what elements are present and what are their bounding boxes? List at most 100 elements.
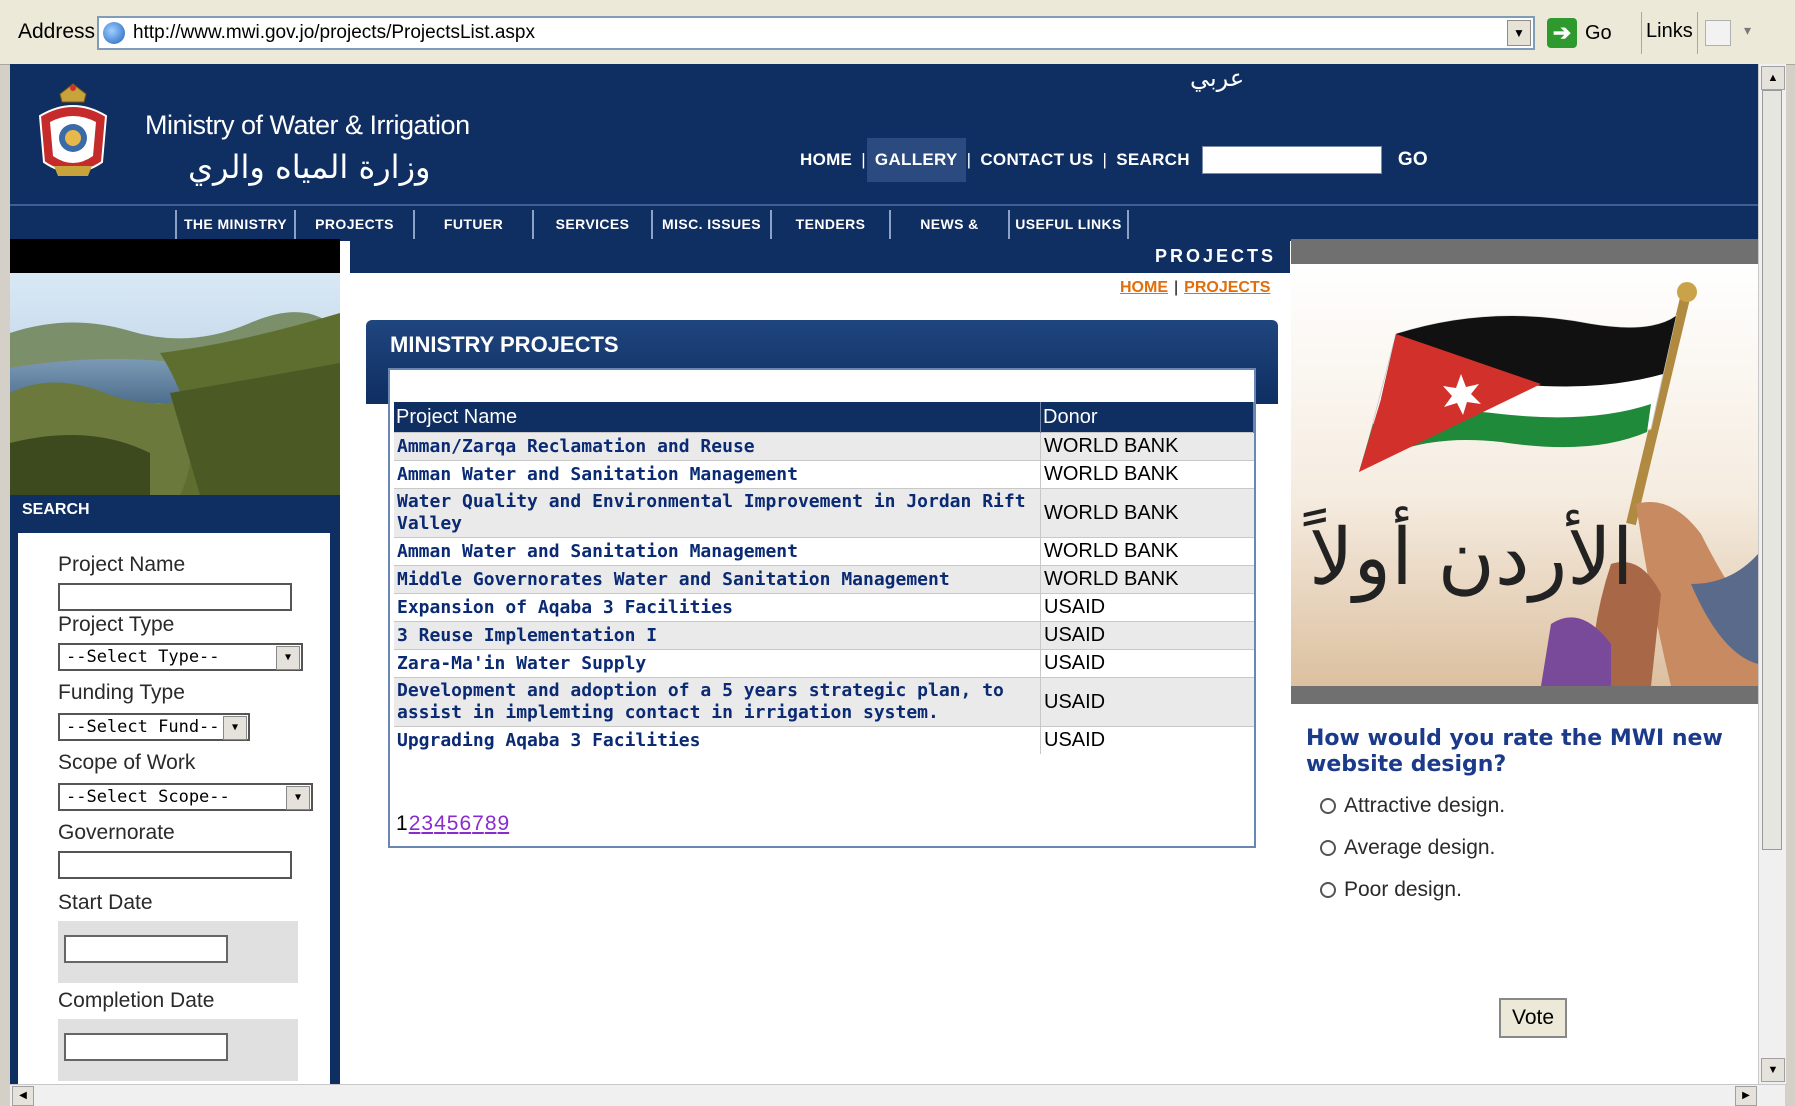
completion-date-input[interactable] xyxy=(64,1033,228,1061)
jordan-first-arabic-text: الأردن أولاً xyxy=(1303,505,1633,604)
project-name-cell[interactable]: Upgrading Aqaba 3 Facilities xyxy=(394,726,1041,754)
address-url[interactable]: http://www.mwi.gov.jo/projects/ProjectsL… xyxy=(133,22,535,44)
project-name-cell[interactable]: Water Quality and Environmental Improvem… xyxy=(394,488,1041,538)
page-link[interactable]: 4 xyxy=(434,812,446,835)
project-name-cell[interactable]: Amman/Zarqa Reclamation and Reuse xyxy=(394,432,1041,461)
project-name-cell[interactable]: Development and adoption of a 5 years st… xyxy=(394,677,1041,727)
poll-option-label: Poor design. xyxy=(1344,878,1462,901)
horizontal-scrollbar[interactable]: ◀ ▶ xyxy=(10,1084,1785,1106)
poll-option-attractive[interactable]: Attractive design. xyxy=(1320,794,1505,818)
page-link[interactable]: 2 xyxy=(409,812,421,835)
links-button[interactable]: Links xyxy=(1646,20,1693,43)
main-nav-services[interactable]: SERVICES xyxy=(532,210,651,239)
header-search-go-button[interactable]: GO xyxy=(1390,145,1436,175)
site-header: Ministry of Water & Irrigation وزارة الم… xyxy=(10,64,1758,204)
poll-option-average[interactable]: Average design. xyxy=(1320,836,1495,860)
chevron-down-icon[interactable]: ▼ xyxy=(276,646,300,670)
table-row[interactable]: Middle Governorates Water and Sanitation… xyxy=(394,565,1254,594)
scroll-thumb[interactable] xyxy=(1762,90,1782,850)
main-nav-tenders[interactable]: TENDERS xyxy=(770,210,889,239)
governorate-input[interactable] xyxy=(58,851,292,879)
chevron-down-icon[interactable]: ▾ xyxy=(1744,22,1751,39)
donor-cell: WORLD BANK xyxy=(1040,460,1254,489)
project-name-cell[interactable]: Amman Water and Sanitation Management xyxy=(394,537,1041,566)
start-date-input[interactable] xyxy=(64,935,228,963)
jordan-first-banner[interactable]: الأردن أولاً xyxy=(1291,264,1758,686)
poll-option-poor[interactable]: Poor design. xyxy=(1320,878,1462,902)
column-donor[interactable]: Donor xyxy=(1040,402,1254,433)
project-name-cell[interactable]: Middle Governorates Water and Sanitation… xyxy=(394,565,1041,594)
table-row[interactable]: Upgrading Aqaba 3 Facilities USAID xyxy=(394,726,1254,754)
header-search-input[interactable] xyxy=(1201,146,1382,174)
scroll-down-icon[interactable]: ▼ xyxy=(1761,1058,1785,1082)
scroll-up-icon[interactable]: ▲ xyxy=(1761,66,1785,90)
nav-gallery[interactable]: GALLERY xyxy=(866,138,966,182)
table-row[interactable]: 3 Reuse Implementation I USAID xyxy=(394,621,1254,650)
page-link[interactable]: 5 xyxy=(447,812,459,835)
project-name-input[interactable] xyxy=(58,583,292,611)
go-arrow-icon: ➔ xyxy=(1547,18,1577,48)
funding-type-select[interactable]: --Select Fund-- ▼ xyxy=(58,713,250,741)
page-link[interactable]: 6 xyxy=(459,812,471,835)
completion-date-label: Completion Date xyxy=(58,989,215,1012)
main-nav-futuer-projects[interactable]: FUTUER PROJECTS xyxy=(413,210,532,261)
brand-name-arabic[interactable]: وزارة المياه والري xyxy=(188,148,430,186)
vote-button[interactable]: Vote xyxy=(1499,998,1567,1038)
page-link[interactable]: 7 xyxy=(472,812,484,835)
breadcrumb-home[interactable]: HOME xyxy=(1120,279,1168,296)
scroll-right-icon[interactable]: ▶ xyxy=(1735,1086,1757,1106)
links-page-icon[interactable] xyxy=(1705,20,1731,46)
page-link[interactable]: 9 xyxy=(498,812,510,835)
table-row[interactable]: Zara-Ma'in Water Supply USAID xyxy=(394,649,1254,678)
main-nav-useful-links[interactable]: USEFUL LINKS xyxy=(1008,210,1129,239)
project-name-cell[interactable]: Expansion of Aqaba 3 Facilities xyxy=(394,593,1041,622)
donor-cell: WORLD BANK xyxy=(1040,537,1254,566)
main-nav-the-ministry[interactable]: THE MINISTRY xyxy=(175,210,294,239)
project-name-cell[interactable]: Amman Water and Sanitation Management xyxy=(394,460,1041,489)
go-label: Go xyxy=(1585,21,1612,44)
chevron-down-icon[interactable]: ▼ xyxy=(223,716,247,740)
table-row[interactable]: Water Quality and Environmental Improvem… xyxy=(394,488,1254,538)
radio-button[interactable] xyxy=(1320,840,1336,856)
main-nav-news-events[interactable]: NEWS & EVENTS xyxy=(889,210,1008,261)
table-row[interactable]: Amman Water and Sanitation Management WOR… xyxy=(394,460,1254,489)
project-type-select[interactable]: --Select Type-- ▼ xyxy=(58,643,303,671)
project-name-cell[interactable]: 3 Reuse Implementation I xyxy=(394,621,1041,650)
top-nav: HOME | GALLERY | CONTACT US | SEARCH GO xyxy=(792,138,1436,182)
scroll-left-icon[interactable]: ◀ xyxy=(12,1086,34,1106)
radio-button[interactable] xyxy=(1320,882,1336,898)
page-link[interactable]: 3 xyxy=(421,812,433,835)
nav-home[interactable]: HOME xyxy=(792,146,860,174)
main-nav-misc-issues[interactable]: MISC. ISSUES xyxy=(651,210,770,239)
go-button[interactable]: ➔ Go xyxy=(1547,16,1639,50)
main-nav-projects[interactable]: PROJECTS xyxy=(294,210,413,239)
column-project-name[interactable]: Project Name xyxy=(394,402,1041,433)
brand-name-english[interactable]: Ministry of Water & Irrigation xyxy=(145,110,470,141)
vertical-scrollbar[interactable]: ▲ ▼ xyxy=(1758,64,1786,1084)
donor-cell: USAID xyxy=(1040,593,1254,622)
governorate-label: Governorate xyxy=(58,821,175,844)
address-dropdown-icon[interactable]: ▼ xyxy=(1507,20,1531,46)
breadcrumb-projects[interactable]: PROJECTS xyxy=(1184,279,1270,296)
table-row[interactable]: Amman/Zarqa Reclamation and Reuse WORLD B… xyxy=(394,432,1254,461)
scope-of-work-select[interactable]: --Select Scope-- ▼ xyxy=(58,783,313,811)
nav-divider: | xyxy=(861,150,866,169)
nav-contact-us[interactable]: CONTACT US xyxy=(972,146,1101,174)
project-type-label: Project Type xyxy=(58,613,175,636)
breadcrumb: HOME | PROJECTS xyxy=(1120,279,1270,297)
table-row[interactable]: Development and adoption of a 5 years st… xyxy=(394,677,1254,727)
poll-option-label: Attractive design. xyxy=(1344,794,1506,817)
address-input[interactable]: http://www.mwi.gov.jo/projects/ProjectsL… xyxy=(97,16,1535,50)
page-link[interactable]: 8 xyxy=(485,812,497,835)
project-name-cell[interactable]: Zara-Ma'in Water Supply xyxy=(394,649,1041,678)
ministry-projects-panel: MINISTRY PROJECTS Project Name Donor Amm… xyxy=(366,320,1278,848)
arabic-language-link[interactable]: عربي xyxy=(1190,64,1244,92)
table-row[interactable]: Expansion of Aqaba 3 Facilities USAID xyxy=(394,593,1254,622)
table-row[interactable]: Amman Water and Sanitation Management WOR… xyxy=(394,537,1254,566)
table-header-row: Project Name Donor xyxy=(394,402,1254,433)
donor-cell: USAID xyxy=(1040,726,1254,754)
chevron-down-icon[interactable]: ▼ xyxy=(286,786,310,810)
nav-divider: | xyxy=(966,150,972,169)
jordan-crest-logo[interactable] xyxy=(32,76,114,186)
radio-button[interactable] xyxy=(1320,798,1336,814)
